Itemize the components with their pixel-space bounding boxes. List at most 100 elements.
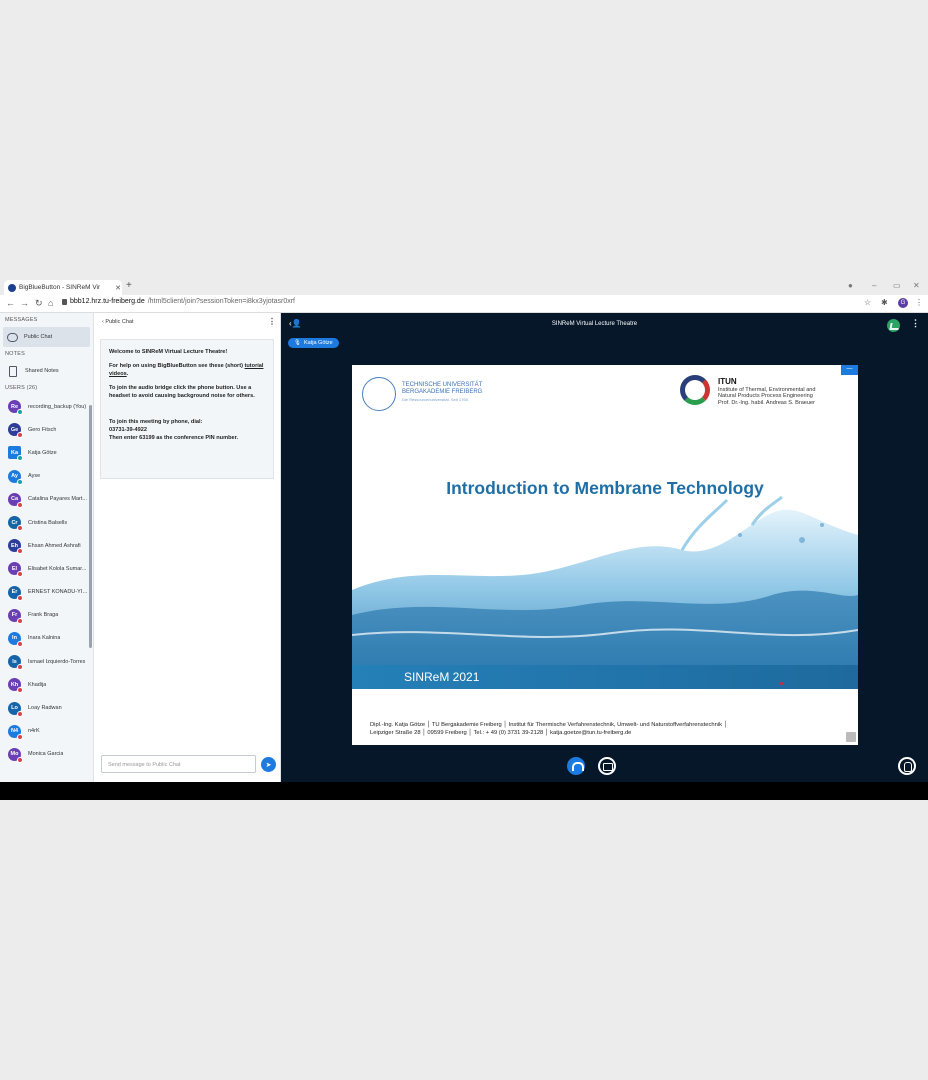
extensions-icon[interactable]: ✱	[881, 298, 888, 307]
shared-notes-label: Shared Notes	[25, 368, 59, 374]
minimize-icon[interactable]: –	[872, 281, 876, 290]
user-list-item[interactable]: In Inara Kalnina	[0, 627, 93, 650]
user-list-item[interactable]: El Elisabet Kolola Sumar...	[0, 557, 93, 580]
user-list-item[interactable]: Fr Frank Braga	[0, 604, 93, 627]
address-bar: ← → ↻ ⌂ bbb12.hrz.tu-freiberg.de/html5cl…	[0, 295, 928, 313]
tab-title: BigBlueButton - SINReM Vir	[19, 284, 101, 291]
itun-header: ITUN Institute of Thermal, Environmental…	[718, 378, 816, 406]
bbb-app: MESSAGES Public Chat NOTES Shared Notes …	[0, 313, 928, 782]
user-list-item[interactable]: Lo Loay Radwan	[0, 696, 93, 719]
notes-header: NOTES	[5, 351, 25, 357]
public-chat-item[interactable]: Public Chat	[3, 327, 90, 347]
forward-icon[interactable]: →	[20, 298, 29, 308]
profile-avatar[interactable]: G	[898, 298, 908, 308]
user-name: Ehsan Ahmed Ashrafi	[28, 542, 81, 549]
messages-header: MESSAGES	[5, 317, 38, 323]
user-list-item[interactable]: Er ERNEST KONADU-YIA...	[0, 581, 93, 604]
user-list-item[interactable]: Ka Katja Götze	[0, 441, 93, 464]
shared-notes-item[interactable]: Shared Notes	[3, 361, 90, 381]
back-icon[interactable]: ←	[6, 298, 15, 308]
avatar-initials: Mo	[10, 751, 19, 758]
mic-icon: 🎙	[294, 340, 301, 346]
avatar: Ay	[8, 469, 23, 485]
fullscreen-icon[interactable]	[846, 732, 856, 742]
user-list-item[interactable]: Ge Gero Fitsch	[0, 418, 93, 441]
options-menu-icon[interactable]: ⋮	[911, 318, 920, 329]
maximize-icon[interactable]: ▭	[893, 281, 901, 290]
presentation-area: ‹👤 SINReM Virtual Lecture Theatre ⋮ 🎙 Ka…	[281, 313, 928, 782]
close-window-icon[interactable]: ✕	[913, 281, 920, 290]
reload-icon[interactable]: ↻	[35, 298, 43, 309]
presenter-badge[interactable]: 🎙 Katja Götze	[288, 338, 339, 348]
meeting-title: SINReM Virtual Lecture Theatre	[551, 321, 638, 327]
user-name: Loay Radwan	[28, 705, 62, 712]
itun-logo-icon	[680, 375, 710, 405]
browser-menu-icon[interactable]: ⋮	[915, 298, 923, 307]
slide-title: Introduction to Membrane Technology	[446, 478, 764, 498]
user-name: Frank Braga	[28, 612, 59, 619]
url-path: /html5client/join?sessionToken=i8kx3yjot…	[147, 298, 295, 305]
muted-status-icon	[17, 640, 23, 647]
user-list-item[interactable]: Kh Khadija	[0, 673, 93, 696]
user-list-item[interactable]: N4 n4rK	[0, 720, 93, 743]
muted-status-icon	[17, 432, 23, 439]
muted-status-icon	[17, 664, 23, 671]
chat-header[interactable]: ‹ Public Chat	[102, 319, 134, 325]
browser-tab[interactable]: BigBlueButton - SINReM Vir ✕	[4, 280, 122, 295]
user-name: Khadija	[28, 681, 47, 688]
minimize-presentation-button[interactable]: —	[841, 365, 858, 375]
home-icon[interactable]: ⌂	[48, 298, 53, 308]
send-button[interactable]: ➤	[261, 757, 276, 772]
user-list-item[interactable]: Re recording_backup (You)	[0, 395, 93, 418]
user-list-item[interactable]: Mo Monica Garcia	[0, 743, 93, 766]
avatar-initials: N4	[10, 728, 19, 735]
tu-tagline: Die Ressourcenuniversität. Seit 1765.	[402, 397, 469, 402]
avatar-initials: Cr	[11, 519, 18, 526]
welcome-title: Welcome to SINReM Virtual Lecture Theatr…	[109, 349, 228, 355]
bbb-favicon-icon	[8, 283, 16, 292]
avatar: Is	[8, 655, 23, 671]
bookmark-star-icon[interactable]: ☆	[864, 298, 871, 307]
user-list-panel: MESSAGES Public Chat NOTES Shared Notes …	[0, 313, 94, 782]
user-list-item[interactable]: Eh Ehsan Ahmed Ashrafi	[0, 534, 93, 557]
laser-pointer-dot	[780, 682, 783, 685]
phone-text: To join this meeting by phone, dial:	[109, 419, 203, 425]
user-name: Elisabet Kolola Sumar...	[28, 565, 87, 572]
muted-status-icon	[17, 617, 23, 624]
user-list-item[interactable]: Is Ismael Izquierdo-Torres	[0, 650, 93, 673]
connection-status-icon[interactable]	[887, 319, 900, 332]
browser-tab-bar: BigBlueButton - SINReM Vir ✕ + ● – ▭ ✕	[0, 279, 928, 295]
chat-message-input[interactable]: Send message to Public Chat	[101, 755, 256, 773]
audio-status-icon	[17, 478, 23, 485]
presenter-name: Katja Götze	[303, 340, 333, 346]
tu-name-line1: TECHNISCHE UNIVERSITÄT	[402, 382, 483, 388]
url-field[interactable]: bbb12.hrz.tu-freiberg.de/html5client/joi…	[62, 298, 295, 305]
audio-status-icon	[17, 455, 23, 462]
user-name: Cristina Balsells	[28, 519, 68, 526]
users-list: Re recording_backup (You) Ge Gero Fitsch Ka K…	[0, 395, 93, 766]
chat-options-icon[interactable]: ⋮	[268, 317, 276, 326]
avatar-initials: In	[12, 635, 17, 642]
audio-headset-button[interactable]	[567, 757, 585, 775]
share-webcam-button[interactable]	[598, 757, 616, 775]
chat-icon	[7, 332, 18, 342]
slide-footer-line2: Leipziger Straße 28 │ 09599 Freiberg │ T…	[370, 730, 632, 736]
avatar: Fr	[8, 608, 23, 624]
avatar-initials: Ay	[11, 473, 18, 480]
user-name: recording_backup (You)	[28, 403, 87, 410]
close-tab-icon[interactable]: ✕	[114, 284, 122, 292]
itun-line1: Institute of Thermal, Environmental and	[718, 386, 816, 393]
avatar: Lo	[8, 701, 23, 717]
avatar: Eh	[8, 539, 23, 555]
avatar-initials: Fr	[11, 612, 18, 619]
user-list-item[interactable]: Ay Ayse	[0, 465, 93, 488]
slide-band: SINReM 2021	[352, 665, 858, 689]
notes-icon	[9, 365, 17, 377]
raise-hand-button[interactable]	[898, 757, 916, 775]
user-list-scrollbar[interactable]	[89, 405, 92, 648]
muted-status-icon	[17, 710, 23, 717]
new-tab-icon[interactable]: +	[126, 280, 132, 291]
user-list-item[interactable]: Cr Cristina Balsells	[0, 511, 93, 534]
avatar: Ge	[8, 423, 23, 439]
user-list-item[interactable]: Ca Catalina Payares Mart...	[0, 488, 93, 511]
